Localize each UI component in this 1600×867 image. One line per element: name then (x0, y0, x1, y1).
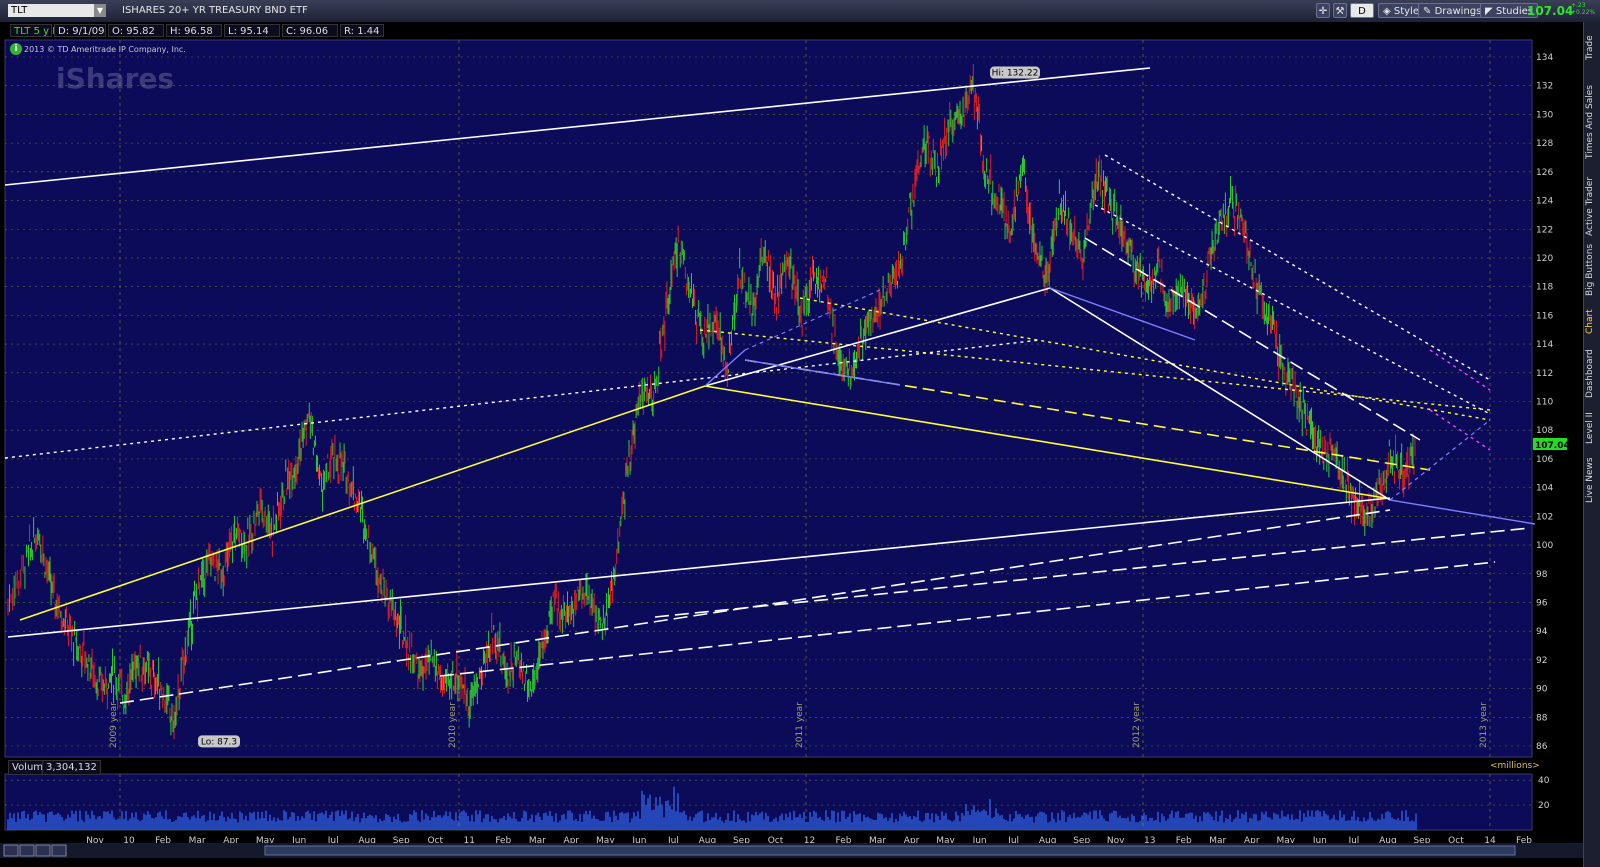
tab-live-news[interactable]: Live News (1585, 454, 1600, 506)
y-tick-label: 88 (1536, 713, 1548, 723)
y-tick-label: 110 (1536, 398, 1553, 408)
open-readout: O: 95.82 (108, 24, 164, 37)
tab-level-ii[interactable]: Level II (1585, 408, 1600, 448)
y-tick-label: 90 (1536, 685, 1548, 695)
y-tick-label: 112 (1536, 369, 1553, 379)
chart-panel: 86 88 90 92 94 96 98 100 102 104 106 108 110 112 114 11… (0, 22, 1583, 867)
ishares-watermark: iShares (56, 62, 175, 95)
y-tick-label: 86 (1536, 742, 1548, 752)
info-icon[interactable]: i (10, 43, 22, 55)
last-price-tag: 107.04 (1535, 441, 1570, 451)
y-tick-label: 124 (1536, 197, 1553, 207)
y-tick-label: 128 (1536, 139, 1553, 149)
draw-line-icon[interactable] (51, 844, 67, 857)
style-icon: ◈ (1383, 6, 1394, 17)
range-readout: R: 1.44 (340, 24, 384, 37)
tab-big-buttons[interactable]: Big Buttons (1585, 242, 1600, 298)
price-chart[interactable]: 86 88 90 92 94 96 98 100 102 104 106 108 110 112 114 11… (0, 22, 1583, 867)
y-tick-label: 108 (1536, 426, 1553, 436)
y-tick-label: 118 (1536, 283, 1553, 293)
year-marker-label: 2012 year (1132, 702, 1142, 748)
tab-dashboard[interactable]: Dashboard (1585, 346, 1600, 402)
y-tick-label: 114 (1536, 340, 1553, 350)
y-tick-label: 92 (1536, 656, 1547, 666)
y-tick-label: 132 (1536, 82, 1553, 92)
toolbar: TLT ▼ ISHARES 20+ YR TREASURY BND ETF ✛ … (0, 0, 1600, 23)
y-tick-label: 98 (1536, 570, 1548, 580)
pencil-icon: ✎ (1423, 6, 1435, 17)
y-tick-label: 100 (1536, 541, 1553, 551)
year-marker-label: 2011 year (795, 702, 805, 748)
wrench-icon[interactable]: ⚒ (1333, 3, 1347, 18)
tab-trade[interactable]: Trade (1585, 28, 1600, 68)
zoom-in-icon[interactable] (3, 844, 19, 857)
period-label[interactable]: TLT 5 y D (10, 24, 60, 37)
y-tick-label: 102 (1536, 512, 1553, 522)
year-marker-label: 2013 year (1479, 702, 1489, 748)
y-tick-label: 116 (1536, 311, 1553, 321)
zoom-out-icon[interactable] (19, 844, 35, 857)
y-tick-label: 120 (1536, 254, 1553, 264)
high-annotation: Hi: 132.22 (992, 69, 1039, 79)
year-marker-label: 2010 year (448, 702, 458, 748)
close-readout: C: 96.06 (282, 24, 338, 37)
copyright-text: 2013 © TD Ameritrade IP Company, Inc. (24, 45, 186, 54)
symbol-input[interactable]: TLT (8, 4, 104, 17)
symbol-dropdown-icon[interactable]: ▼ (94, 4, 106, 17)
high-readout: H: 96.58 (166, 24, 222, 37)
volume-tick-label: 40 (1538, 776, 1550, 786)
symbol-description: ISHARES 20+ YR TREASURY BND ETF (122, 5, 308, 16)
date-readout: D: 9/1/09 (54, 24, 106, 37)
tab-active-trader[interactable]: Active Trader (1585, 176, 1600, 236)
y-tick-label: 94 (1536, 627, 1548, 637)
y-tick-label: 104 (1536, 484, 1553, 494)
volume-unit: <millions> (1490, 761, 1540, 771)
low-annotation: Lo: 87.3 (201, 737, 237, 747)
price-change-pct: +0.22% (1571, 9, 1596, 16)
y-tick-label: 134 (1536, 53, 1553, 63)
aggregation-button[interactable]: D (1350, 3, 1374, 18)
y-tick-label: 106 (1536, 455, 1553, 465)
price-change-abs: +.23 (1571, 2, 1586, 9)
tab-times-and-sales[interactable]: Times And Sales (1585, 74, 1600, 170)
crosshair-icon[interactable]: ✛ (1316, 3, 1330, 18)
last-price: 107.04 (1527, 4, 1574, 18)
y-tick-label: 130 (1536, 110, 1553, 120)
y-tick-label: 126 (1536, 168, 1553, 178)
magnify-icon[interactable] (35, 844, 51, 857)
price-change: +.23 +0.22% (1571, 2, 1595, 16)
volume-tick-label: 20 (1538, 801, 1550, 811)
drawings-button[interactable]: ✎ Drawings (1418, 3, 1487, 18)
volume-value: 3,304,132 (42, 760, 101, 775)
side-tab-strip: Trade Times And Sales Active Trader Big … (1583, 22, 1600, 867)
horizontal-scrollbar (264, 845, 1516, 856)
tab-chart[interactable]: Chart (1585, 304, 1600, 340)
y-tick-label: 96 (1536, 598, 1548, 608)
style-label: Style (1393, 6, 1419, 17)
low-readout: L: 95.14 (224, 24, 280, 37)
drawings-label: Drawings (1434, 6, 1482, 17)
y-tick-label: 122 (1536, 225, 1553, 235)
studies-icon: ◤ (1485, 6, 1496, 17)
